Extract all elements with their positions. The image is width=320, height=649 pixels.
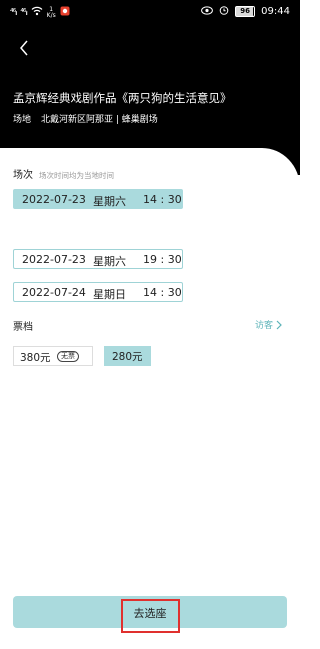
status-left: ⁴⁶ᵢₗ ⁴⁶ᵢₗ 1 K/s	[10, 6, 70, 19]
session-option-2[interactable]: 2022-07-23 星期六 19 : 30	[13, 249, 183, 269]
notification-icon	[60, 6, 70, 19]
status-right: 96 09:44	[201, 5, 290, 18]
sold-out-badge: 无票	[57, 351, 79, 362]
highlight-annotation	[121, 599, 180, 633]
sessions-title: 场次	[13, 170, 33, 181]
session-weekday: 星期六	[93, 255, 126, 268]
chevron-right-icon	[276, 320, 282, 329]
customer-link-label: 访客	[254, 321, 273, 331]
price-option-380[interactable]: 380元 无票	[13, 346, 93, 366]
content-panel	[0, 148, 300, 649]
session-option-3[interactable]: 2022-07-24 星期日 14 : 30	[13, 282, 183, 302]
tickets-title: 票档	[13, 322, 33, 333]
session-time: 19 : 30	[143, 253, 182, 266]
battery-level: 96	[240, 7, 251, 15]
net-speed: 1 K/s	[46, 6, 56, 19]
signal-icon: ⁴⁶ᵢₗ	[10, 7, 17, 18]
session-date: 2022-07-23	[22, 193, 86, 206]
session-weekday: 星期六	[93, 195, 126, 208]
signal-icon-2: ⁴⁶ᵢₗ	[20, 7, 27, 18]
session-time: 14 : 30	[143, 193, 182, 206]
net-speed-unit: K/s	[46, 11, 56, 19]
price-amount: 280元	[112, 351, 143, 363]
venue-value: 北戴河新区阿那亚 | 蜂巢剧场	[41, 115, 158, 125]
wifi-icon	[31, 6, 43, 19]
session-date: 2022-07-23	[22, 253, 86, 266]
status-bar: ⁴⁶ᵢₗ ⁴⁶ᵢₗ 1 K/s 96 09:44	[0, 0, 300, 24]
session-weekday: 星期日	[93, 288, 126, 301]
session-time: 14 : 30	[143, 286, 182, 299]
eye-icon	[201, 5, 214, 18]
venue-label: 场地	[13, 115, 32, 125]
sessions-header: 场次 场次时间均为当地时间	[13, 166, 114, 181]
alarm-icon	[219, 5, 229, 18]
show-title: 孟京辉经典戏剧作品《两只狗的生活意见》	[13, 91, 232, 105]
back-button[interactable]	[12, 36, 36, 60]
session-date: 2022-07-24	[22, 286, 86, 299]
status-time: 09:44	[261, 6, 290, 17]
customer-link[interactable]: 访客	[255, 318, 282, 331]
price-option-280[interactable]: 280元	[104, 346, 151, 366]
venue-line: 场地 北戴河新区阿那亚 | 蜂巢剧场	[13, 112, 158, 125]
session-option-1[interactable]: 2022-07-23 星期六 14 : 30	[13, 189, 183, 209]
sessions-hint: 场次时间均为当地时间	[39, 171, 114, 180]
chevron-left-icon	[20, 40, 28, 56]
price-amount: 380元	[20, 352, 51, 364]
battery-icon: 96	[235, 6, 256, 17]
